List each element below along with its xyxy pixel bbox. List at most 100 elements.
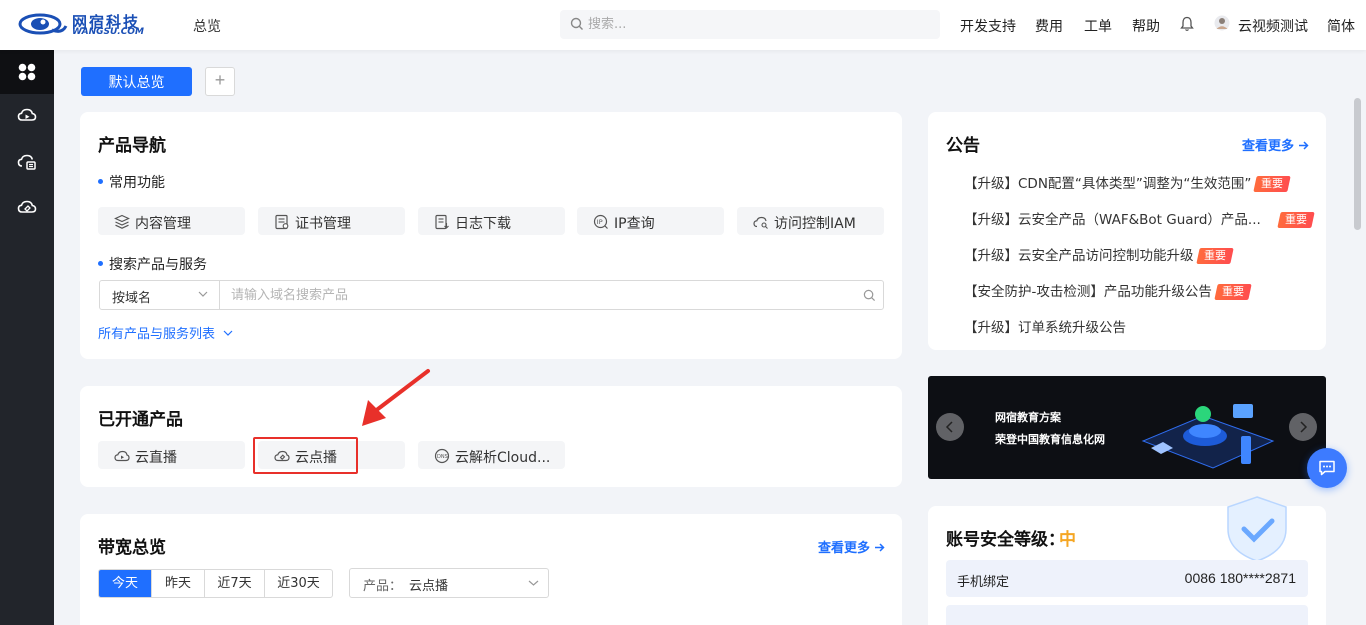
product-select-value: 云点播 bbox=[409, 579, 449, 594]
time-range-tabs: 今天 昨天 近7天 近30天 bbox=[98, 569, 333, 598]
logo-text-en: WANGSU.COM bbox=[72, 27, 144, 37]
nav-help[interactable]: 帮助 bbox=[1132, 16, 1160, 36]
search-type-value: 按域名 bbox=[112, 291, 152, 306]
notice-item[interactable]: 【升级】订单系统升级公告 bbox=[964, 316, 1126, 336]
language-switch[interactable]: 简体 bbox=[1327, 16, 1355, 36]
tab-today[interactable]: 今天 bbox=[99, 570, 152, 597]
notice-text: 【安全防护-攻击检测】产品功能升级公告 bbox=[964, 284, 1212, 300]
common-item-label: 证书管理 bbox=[295, 216, 351, 232]
opened-products-card bbox=[80, 386, 902, 487]
bandwidth-title: 带宽总览 bbox=[98, 538, 166, 558]
certificate-icon bbox=[275, 214, 289, 230]
notice-item[interactable]: 【升级】CDN配置“具体类型”调整为“生效范围” 重要 bbox=[964, 172, 1292, 192]
dns-icon: DNS bbox=[434, 448, 450, 464]
sidebar-item-cloud-vod[interactable] bbox=[0, 186, 54, 230]
notice-item[interactable]: 【安全防护-攻击检测】产品功能升级公告 重要 bbox=[964, 280, 1252, 300]
tab-yesterday[interactable]: 昨天 bbox=[152, 570, 205, 597]
important-tag: 重要 bbox=[1214, 284, 1252, 300]
logo-mark-icon bbox=[18, 13, 68, 35]
cloud-key-icon bbox=[753, 216, 768, 229]
add-overview-button[interactable]: + bbox=[205, 67, 235, 96]
notice-title: 公告 bbox=[946, 136, 980, 156]
grid-icon bbox=[18, 63, 36, 81]
phone-binding-value: 0086 180****2871 bbox=[1184, 570, 1296, 586]
common-item-iam[interactable]: 访问控制IAM bbox=[737, 207, 884, 235]
svg-text:IP: IP bbox=[597, 218, 603, 226]
important-tag-text: 重要 bbox=[1261, 177, 1284, 190]
opened-item-cloud-dns[interactable]: DNS 云解析Cloud... bbox=[418, 441, 565, 469]
default-overview-button[interactable]: 默认总览 bbox=[81, 67, 192, 96]
domain-search-input[interactable] bbox=[231, 281, 851, 309]
search-icon bbox=[570, 17, 583, 30]
more-link-label: 查看更多 bbox=[818, 541, 871, 556]
search-type-select[interactable]: 按域名 bbox=[100, 281, 220, 309]
common-item-label: IP查询 bbox=[614, 216, 655, 232]
nav-overview[interactable]: 总览 bbox=[193, 16, 221, 36]
common-item-label: 访问控制IAM bbox=[774, 216, 856, 232]
notice-text: 【升级】订单系统升级公告 bbox=[964, 320, 1126, 336]
security-next-row[interactable] bbox=[946, 605, 1308, 625]
page-scrollbar[interactable] bbox=[1354, 98, 1361, 230]
notice-more-link[interactable]: 查看更多 bbox=[1242, 135, 1309, 154]
bell-icon[interactable] bbox=[1180, 16, 1194, 32]
search-products-label: 搜索产品与服务 bbox=[98, 254, 207, 274]
global-search-input[interactable] bbox=[588, 10, 928, 39]
ip-lookup-icon: IP bbox=[593, 214, 608, 229]
user-name[interactable]: 云视频测试 bbox=[1238, 16, 1308, 36]
sidebar-item-cloud-live[interactable] bbox=[0, 94, 54, 138]
promo-banner[interactable]: 网宿教育方案 荣登中国教育信息化网 bbox=[928, 376, 1326, 479]
nav-ticket[interactable]: 工单 bbox=[1084, 16, 1112, 36]
product-select-label: 产品： bbox=[363, 579, 403, 594]
common-item-log-download[interactable]: 日志下载 bbox=[418, 207, 565, 235]
nav-dev-support[interactable]: 开发支持 bbox=[960, 16, 1016, 36]
sidebar-item-overview[interactable] bbox=[0, 50, 54, 94]
opened-item-cloud-live[interactable]: 云直播 bbox=[98, 441, 245, 469]
tab-30days[interactable]: 近30天 bbox=[265, 570, 332, 597]
product-nav-title: 产品导航 bbox=[98, 136, 166, 156]
sidebar-item-cloud-security[interactable] bbox=[0, 140, 54, 184]
important-tag-text: 重要 bbox=[1221, 285, 1244, 298]
notice-text: 【升级】云安全产品访问控制功能升级 bbox=[964, 248, 1194, 264]
common-item-cert-mgmt[interactable]: 证书管理 bbox=[258, 207, 405, 235]
search-icon[interactable] bbox=[863, 289, 876, 302]
banner-prev-button[interactable] bbox=[936, 413, 964, 441]
notice-text: 【升级】云安全产品（WAF&Bot Guard）产品... bbox=[964, 212, 1261, 228]
global-search bbox=[560, 10, 940, 39]
svg-text:DNS: DNS bbox=[437, 454, 448, 460]
more-link-label: 查看更多 bbox=[1242, 139, 1295, 154]
chevron-down-icon bbox=[223, 330, 233, 336]
security-level-label: 账号安全等级： bbox=[946, 530, 1065, 550]
left-sidebar bbox=[0, 50, 54, 625]
opened-item-label: 云直播 bbox=[135, 450, 177, 466]
important-tag-text: 重要 bbox=[1284, 213, 1307, 226]
arrow-right-icon bbox=[1298, 141, 1309, 150]
phone-binding-row[interactable]: 手机绑定 0086 180****2871 bbox=[946, 560, 1308, 597]
arrow-right-icon bbox=[874, 543, 885, 552]
cloud-lock-icon bbox=[17, 154, 36, 170]
common-item-content-mgmt[interactable]: 内容管理 bbox=[98, 207, 245, 235]
avatar-icon[interactable] bbox=[1214, 15, 1230, 31]
red-arrow-annotation bbox=[362, 369, 430, 426]
layers-icon bbox=[114, 214, 130, 229]
notice-item[interactable]: 【升级】云安全产品（WAF&Bot Guard）产品... 重要 bbox=[964, 208, 1315, 228]
all-products-link[interactable]: 所有产品与服务列表 bbox=[98, 323, 233, 342]
nav-billing[interactable]: 费用 bbox=[1035, 16, 1063, 36]
common-item-ip-lookup[interactable]: IP IP查询 bbox=[577, 207, 724, 235]
product-select[interactable]: 产品： 云点播 bbox=[349, 568, 549, 598]
banner-illustration-icon bbox=[1141, 404, 1275, 469]
banner-next-button[interactable] bbox=[1289, 413, 1317, 441]
security-level-value: 中 bbox=[1059, 530, 1076, 550]
chat-support-button[interactable] bbox=[1307, 448, 1347, 488]
banner-line-2: 荣登中国教育信息化网 bbox=[995, 433, 1105, 446]
opened-products-title: 已开通产品 bbox=[98, 410, 183, 430]
all-products-label: 所有产品与服务列表 bbox=[98, 327, 216, 342]
notice-item[interactable]: 【升级】云安全产品访问控制功能升级 重要 bbox=[964, 244, 1234, 264]
important-tag: 重要 bbox=[1195, 248, 1234, 264]
bandwidth-more-link[interactable]: 查看更多 bbox=[818, 537, 885, 556]
common-item-label: 日志下载 bbox=[455, 216, 511, 232]
tab-7days[interactable]: 近7天 bbox=[205, 570, 265, 597]
top-header: 网宿科技 WANGSU.COM 总览 开发支持 费用 工单 帮助 云视频测试 简… bbox=[0, 0, 1366, 50]
notice-text: 【升级】CDN配置“具体类型”调整为“生效范围” bbox=[964, 176, 1252, 192]
log-download-icon bbox=[435, 214, 449, 230]
wangsu-logo[interactable]: 网宿科技 WANGSU.COM bbox=[18, 10, 158, 40]
